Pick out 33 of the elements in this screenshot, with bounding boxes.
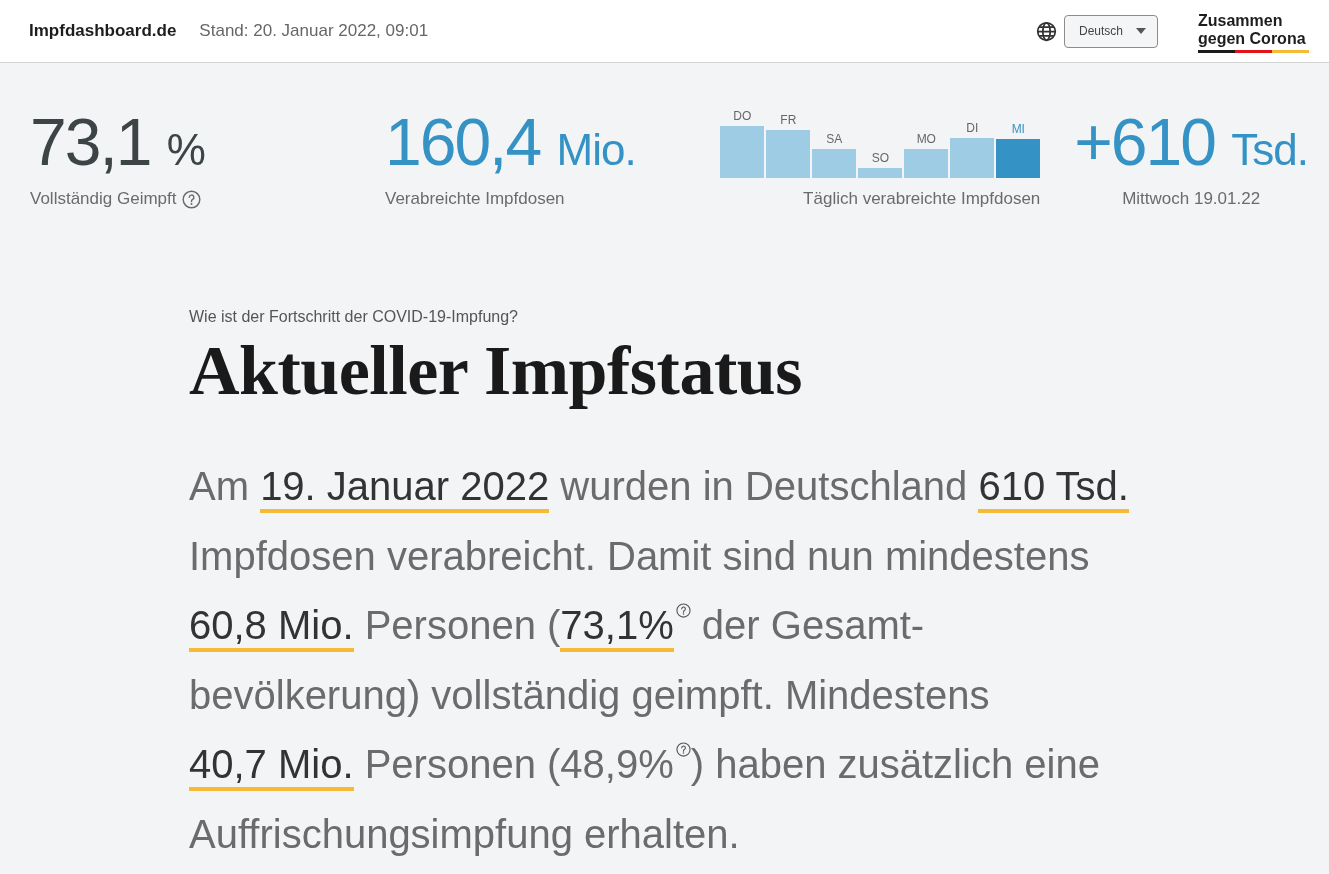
day-label: SA xyxy=(826,132,843,146)
day-label: MI xyxy=(1011,122,1025,136)
day-label: SO xyxy=(871,151,889,165)
day-label: DI xyxy=(966,121,979,135)
help-icon[interactable] xyxy=(675,742,691,757)
day-label: DO xyxy=(733,109,752,123)
section-heading: Aktueller Impfstatus xyxy=(189,333,802,409)
highlighted-number: 19. Januar 2022 xyxy=(260,464,550,513)
stat-value: 160,4 Mio. xyxy=(385,109,636,181)
logo-text: Zusammen xyxy=(1198,11,1284,30)
timestamp-text: Stand: 20. Januar 2022, 09:01 xyxy=(199,21,429,41)
help-icon[interactable] xyxy=(182,189,202,209)
stat-value: +610 Tsd. xyxy=(1074,109,1308,181)
logo-text: gegen Corona xyxy=(1198,29,1307,48)
stat-label: Verabreichte Impfdosen xyxy=(385,189,565,209)
day-label: FR xyxy=(780,113,797,127)
highlighted-number: 40,7 Mio. xyxy=(189,742,354,791)
stat-value: 73,1 % xyxy=(30,109,205,181)
globe-icon xyxy=(1035,20,1057,42)
help-icon[interactable] xyxy=(675,603,691,618)
day-label: MO xyxy=(916,132,936,146)
highlighted-number: 73,1% xyxy=(560,603,674,652)
caret-icon xyxy=(1136,28,1146,34)
highlighted-number: 60,8 Mio. xyxy=(189,603,354,652)
section-eyebrow: Wie ist der Fortschritt der COVID-19-Impfung? xyxy=(189,307,518,327)
flag-stripe-icon xyxy=(1198,49,1309,53)
summary-paragraph: Am 19. Januar 2022 wurden in Deutschland 610 Tsd. Impfdosen verabreicht. Damit sind nun mindestens 60,8 Mio. Personen (73,1% der Gesamt-bevölkerung) vollständig geimpft. Mindestens 40,7 Mio. Personen (48,9% ) haben zusätzlich eine Auffrischungsimpfung erhalten. xyxy=(189,463,1130,858)
chart-caption: Täglich verabreichte Impfdosen xyxy=(803,189,1041,209)
highlighted-number: 610 Tsd. xyxy=(978,464,1129,513)
brand-link[interactable]: Impfdashboard.de xyxy=(29,21,177,41)
stat-label: Vollständig Geimpft xyxy=(30,189,177,209)
stat-label: Mittwoch 19.01.22 xyxy=(1122,189,1261,209)
language-select[interactable]: Deutsch xyxy=(1063,14,1158,48)
